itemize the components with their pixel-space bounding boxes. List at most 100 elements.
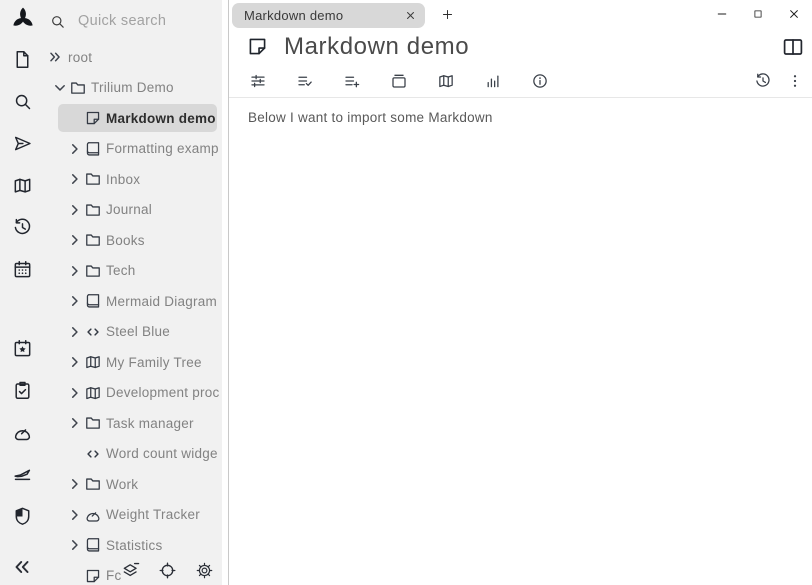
shield-icon <box>12 506 33 527</box>
tree-item-label: Trilium Demo <box>91 80 174 95</box>
note-icon <box>84 109 102 127</box>
tree-item-steel-blue[interactable]: Steel Blue <box>45 317 222 348</box>
ribbon-tab-note-paths[interactable] <box>390 72 408 90</box>
note-tree-panel: root Trilium Demo Markdown demo Formatting … <box>45 0 229 585</box>
collection-icon <box>390 72 408 90</box>
tree-item-markdown-demo[interactable]: Markdown demo <box>58 104 217 132</box>
tree-item-weight-tracker[interactable]: Weight Tracker <box>45 500 222 531</box>
tree-item-tech[interactable]: Tech <box>45 256 222 287</box>
expander-spacer <box>66 567 84 585</box>
tree-item-label: Word count widge <box>106 446 218 461</box>
chevron-right-icon[interactable] <box>66 414 84 432</box>
tree-item-label: root <box>68 50 92 65</box>
create-split-button[interactable] <box>781 35 805 59</box>
tab-close-button[interactable] <box>401 6 419 24</box>
tree-item-trilium-demo[interactable]: Trilium Demo <box>45 73 222 104</box>
folder-icon <box>84 414 102 432</box>
tree-item-word-count-widge[interactable]: Word count widge <box>45 439 222 470</box>
weight-tracker-launcher-button[interactable] <box>5 411 41 453</box>
tree-item-books[interactable]: Books <box>45 225 222 256</box>
chevron-right-icon[interactable] <box>66 506 84 524</box>
tree-item-label: Markdown demo <box>106 111 216 126</box>
ribbon-tabs <box>249 72 578 90</box>
ribbon-toolbar <box>229 65 812 98</box>
tree-action-buttons <box>121 557 222 583</box>
tree-item-formatting-examp[interactable]: Formatting examp <box>45 134 222 165</box>
calendar-launcher-button[interactable] <box>5 248 41 290</box>
tree-settings-button[interactable] <box>195 561 214 580</box>
chevron-right-icon[interactable] <box>66 262 84 280</box>
maximize-window-button[interactable] <box>746 2 770 26</box>
tree-item-mermaid-diagram[interactable]: Mermaid Diagram <box>45 286 222 317</box>
tree-item-label: Inbox <box>106 172 140 187</box>
chevron-right-icon[interactable] <box>66 323 84 341</box>
chevron-down-icon[interactable] <box>51 79 69 97</box>
folder-icon <box>84 475 102 493</box>
folder-icon <box>69 79 87 97</box>
chevrons-right-icon[interactable] <box>46 48 64 66</box>
tree-item-label: Development proc <box>106 385 220 400</box>
dots-vertical-icon <box>786 72 804 90</box>
quick-search-input[interactable] <box>76 12 201 30</box>
new-tab-button[interactable] <box>436 3 458 25</box>
note-title-input[interactable]: Markdown demo <box>284 33 469 61</box>
cog-icon <box>195 561 214 580</box>
close-window-button[interactable] <box>782 2 806 26</box>
search-icon <box>12 91 33 112</box>
tree-item-my-family-tree[interactable]: My Family Tree <box>45 347 222 378</box>
note-revisions-button[interactable] <box>754 72 772 90</box>
tree-item-journal[interactable]: Journal <box>45 195 222 226</box>
list-check-icon <box>296 72 314 90</box>
ribbon-tab-basic-properties[interactable] <box>249 72 267 90</box>
tree-item-statistics[interactable]: Statistics <box>45 530 222 561</box>
jump-to-note-launcher-button[interactable] <box>5 122 41 164</box>
scroll-to-active-note-button[interactable] <box>158 561 177 580</box>
tree-item-development-proc[interactable]: Development proc <box>45 378 222 409</box>
note-content-editor[interactable]: Below I want to import some Markdown <box>229 98 812 585</box>
tree-item-label: Mermaid Diagram <box>106 294 217 309</box>
tree-scrollbar[interactable] <box>222 0 228 585</box>
collapse-subtree-button[interactable] <box>121 561 140 580</box>
ribbon-tab-similar-notes[interactable] <box>484 72 502 90</box>
recent-changes-launcher-button[interactable] <box>5 206 41 248</box>
tree-item-work[interactable]: Work <box>45 469 222 500</box>
chevron-right-icon[interactable] <box>66 140 84 158</box>
minimize-window-button[interactable] <box>710 2 734 26</box>
close-icon <box>405 10 416 21</box>
tree-item-inbox[interactable]: Inbox <box>45 164 222 195</box>
tab-markdown-demo[interactable]: Markdown demo <box>232 3 425 28</box>
protected-session-launcher-button[interactable] <box>5 495 41 537</box>
note-tree[interactable]: root Trilium Demo Markdown demo Formatting … <box>45 42 222 585</box>
chevron-right-icon[interactable] <box>66 384 84 402</box>
plus-icon <box>441 8 454 21</box>
task-manager-launcher-button[interactable] <box>5 369 41 411</box>
chevron-right-icon[interactable] <box>66 201 84 219</box>
chevron-right-icon[interactable] <box>66 475 84 493</box>
more-actions-button[interactable] <box>786 72 804 90</box>
ribbon-tab-note-map[interactable] <box>437 72 455 90</box>
tree-item-root[interactable]: root <box>45 42 222 73</box>
new-note-launcher-button[interactable] <box>5 38 41 80</box>
tree-item-label: Work <box>106 477 138 492</box>
chevron-right-icon[interactable] <box>66 353 84 371</box>
chevron-right-icon[interactable] <box>66 536 84 554</box>
tree-item-label: Statistics <box>106 538 163 553</box>
chevron-right-icon[interactable] <box>66 170 84 188</box>
history-icon <box>754 72 772 90</box>
search-notes-launcher-button[interactable] <box>5 80 41 122</box>
tree-item-task-manager[interactable]: Task manager <box>45 408 222 439</box>
chevron-right-icon[interactable] <box>66 292 84 310</box>
chevrons-left-icon <box>10 555 34 579</box>
tree-item-label: Steel Blue <box>106 324 170 339</box>
ribbon-tab-note-info[interactable] <box>531 72 549 90</box>
journal-launcher-button[interactable] <box>5 327 41 369</box>
tab-title: Markdown demo <box>244 8 401 23</box>
ribbon-tab-inherited-attributes[interactable] <box>343 72 361 90</box>
expander-spacer <box>66 109 84 127</box>
chevron-right-icon[interactable] <box>66 231 84 249</box>
note-map-launcher-button[interactable] <box>5 164 41 206</box>
tree-item-label: Books <box>106 233 145 248</box>
travel-launcher-button[interactable] <box>5 453 41 495</box>
collapse-panel-button[interactable] <box>4 553 40 581</box>
ribbon-tab-owned-attributes[interactable] <box>296 72 314 90</box>
